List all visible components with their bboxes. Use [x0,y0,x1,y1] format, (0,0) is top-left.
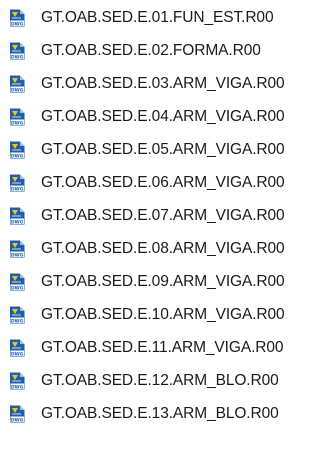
file-item-11[interactable]: DWG GT.OAB.SED.E.11.ARM_VIGA.R00 [0,335,318,361]
dwg-icon-label: DWG [11,186,24,192]
file-name: GT.OAB.SED.E.09.ARM_VIGA.R00 [41,273,285,290]
dwg-icon-label: DWG [11,285,24,291]
dwg-file-icon: DWG [9,108,25,126]
dwg-file-icon: DWG [9,207,25,225]
file-item-04[interactable]: DWG GT.OAB.SED.E.04.ARM_VIGA.R00 [0,104,318,130]
file-item-08[interactable]: DWG GT.OAB.SED.E.08.ARM_VIGA.R00 [0,236,318,262]
file-item-03[interactable]: DWG GT.OAB.SED.E.03.ARM_VIGA.R00 [0,71,318,97]
dwg-file-icon: DWG [9,372,25,390]
file-name: GT.OAB.SED.E.06.ARM_VIGA.R00 [41,174,285,191]
dwg-icon-label: DWG [11,417,24,423]
file-name: GT.OAB.SED.E.01.FUN_EST.R00 [41,9,274,26]
file-item-13[interactable]: DWG GT.OAB.SED.E.13.ARM_BLO.R00 [0,401,318,427]
dwg-icon-label: DWG [11,351,24,357]
dwg-file-icon: DWG [9,141,25,159]
file-item-06[interactable]: DWG GT.OAB.SED.E.06.ARM_VIGA.R00 [0,170,318,196]
file-name: GT.OAB.SED.E.10.ARM_VIGA.R00 [41,306,285,323]
dwg-file-icon: DWG [9,339,25,357]
dwg-icon-label: DWG [11,21,24,27]
dwg-icon-label: DWG [11,384,24,390]
dwg-file-icon: DWG [9,405,25,423]
file-item-07[interactable]: DWG GT.OAB.SED.E.07.ARM_VIGA.R00 [0,203,318,229]
dwg-file-icon: DWG [9,42,25,60]
dwg-file-icon: DWG [9,75,25,93]
file-item-01[interactable]: DWG GT.OAB.SED.E.01.FUN_EST.R00 [0,5,318,31]
file-name: GT.OAB.SED.E.05.ARM_VIGA.R00 [41,141,285,158]
dwg-file-icon: DWG [9,273,25,291]
file-item-10[interactable]: DWG GT.OAB.SED.E.10.ARM_VIGA.R00 [0,302,318,328]
file-name: GT.OAB.SED.E.04.ARM_VIGA.R00 [41,108,285,125]
dwg-file-icon: DWG [9,306,25,324]
file-item-12[interactable]: DWG GT.OAB.SED.E.12.ARM_BLO.R00 [0,368,318,394]
file-item-09[interactable]: DWG GT.OAB.SED.E.09.ARM_VIGA.R00 [0,269,318,295]
file-name: GT.OAB.SED.E.07.ARM_VIGA.R00 [41,207,285,224]
file-name: GT.OAB.SED.E.13.ARM_BLO.R00 [41,405,279,422]
dwg-file-icon: DWG [9,9,25,27]
dwg-icon-label: DWG [11,87,24,93]
file-name: GT.OAB.SED.E.02.FORMA.R00 [41,42,261,59]
dwg-icon-label: DWG [11,153,24,159]
file-name: GT.OAB.SED.E.12.ARM_BLO.R00 [41,372,279,389]
dwg-icon-label: DWG [11,54,24,60]
dwg-icon-label: DWG [11,219,24,225]
dwg-icon-label: DWG [11,120,24,126]
file-name: GT.OAB.SED.E.08.ARM_VIGA.R00 [41,240,285,257]
dwg-file-icon: DWG [9,240,25,258]
dwg-icon-label: DWG [11,318,24,324]
file-item-05[interactable]: DWG GT.OAB.SED.E.05.ARM_VIGA.R00 [0,137,318,163]
file-item-02[interactable]: DWG GT.OAB.SED.E.02.FORMA.R00 [0,38,318,64]
file-name: GT.OAB.SED.E.11.ARM_VIGA.R00 [41,339,284,356]
dwg-icon-label: DWG [11,252,24,258]
dwg-file-icon: DWG [9,174,25,192]
file-name: GT.OAB.SED.E.03.ARM_VIGA.R00 [41,75,285,92]
